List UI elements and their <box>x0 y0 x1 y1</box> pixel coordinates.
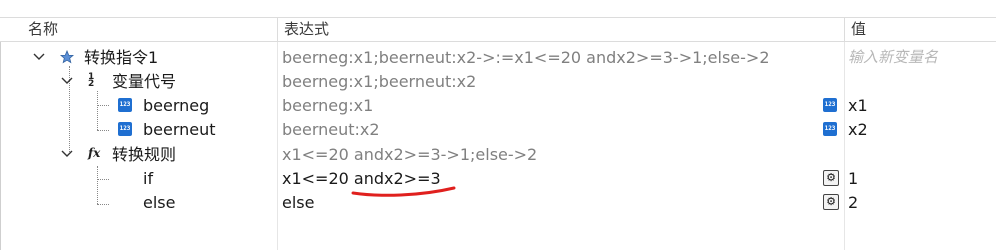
chevron-down-icon[interactable] <box>32 51 46 65</box>
column-header: 名称 表达式 值 <box>0 17 996 42</box>
tree-item-label: else <box>143 193 176 212</box>
expression-text[interactable]: else <box>282 190 314 215</box>
value-text[interactable]: x2 <box>848 117 868 142</box>
function-icon: fx <box>88 146 101 160</box>
value-text[interactable]: x1 <box>848 93 868 118</box>
tree-row-variable[interactable]: 123 beerneut beerneut:x2 123 x2 <box>0 117 996 142</box>
expression-text[interactable]: beerneg:x1;beerneut:x2->:=x1<=20 andx2>=… <box>282 45 770 70</box>
number-variable-icon: 123 <box>118 98 132 112</box>
tree-row-else[interactable]: else else ⚙ 2 <box>0 190 996 215</box>
tree-item-label: 转换规则 <box>112 145 177 164</box>
value-text[interactable]: 1 <box>848 166 858 191</box>
gear-icon[interactable]: ⚙ <box>823 194 839 210</box>
expression-text[interactable]: beerneut:x2 <box>282 117 380 142</box>
tree-row-variable[interactable]: 123 beerneg beerneg:x1 123 x1 <box>0 93 996 118</box>
value-text[interactable]: 2 <box>848 190 858 215</box>
column-expression-header[interactable]: 表达式 <box>278 18 844 41</box>
number-variable-icon: 123 <box>823 122 837 136</box>
expression-text[interactable]: x1<=20 andx2>=3->1;else->2 <box>282 142 537 167</box>
chevron-down-icon[interactable] <box>60 75 74 89</box>
tree-item-label: beerneut <box>143 120 216 139</box>
column-value-header[interactable]: 值 <box>845 18 985 41</box>
expression-text[interactable]: beerneg:x1 <box>282 93 373 118</box>
tree-item-label: 变量代号 <box>112 72 177 91</box>
tree-row-conversion-rules[interactable]: fx 转换规则 x1<=20 andx2>=3->1;else->2 <box>0 142 996 167</box>
variable-code-icon: 12 <box>88 72 95 89</box>
gear-icon[interactable]: ⚙ <box>823 170 839 186</box>
expression-tree-grid: 名称 表达式 值 转换指令1 beerneg:x1;beerneut:x2->:… <box>0 0 996 250</box>
tree-item-label: if <box>143 169 154 188</box>
tree-row-if[interactable]: if x1<=20 andx2>=3 ⚙ 1 <box>0 166 996 191</box>
expression-text[interactable]: beerneg:x1;beerneut:x2 <box>282 69 476 94</box>
number-variable-icon: 123 <box>118 122 132 136</box>
column-name-header[interactable]: 名称 <box>22 18 278 41</box>
tree-item-label: beerneg <box>143 96 210 115</box>
tree-row-root[interactable]: 转换指令1 beerneg:x1;beerneut:x2->:=x1<=20 a… <box>0 45 996 70</box>
chevron-down-icon[interactable] <box>60 148 74 162</box>
number-variable-icon: 123 <box>823 98 837 112</box>
new-variable-name-input[interactable]: 输入新变量名 <box>848 45 938 70</box>
star-icon <box>60 50 74 64</box>
tree-row-variable-codes[interactable]: 12 变量代号 beerneg:x1;beerneut:x2 <box>0 69 996 94</box>
tree-item-label: 转换指令1 <box>84 48 159 67</box>
